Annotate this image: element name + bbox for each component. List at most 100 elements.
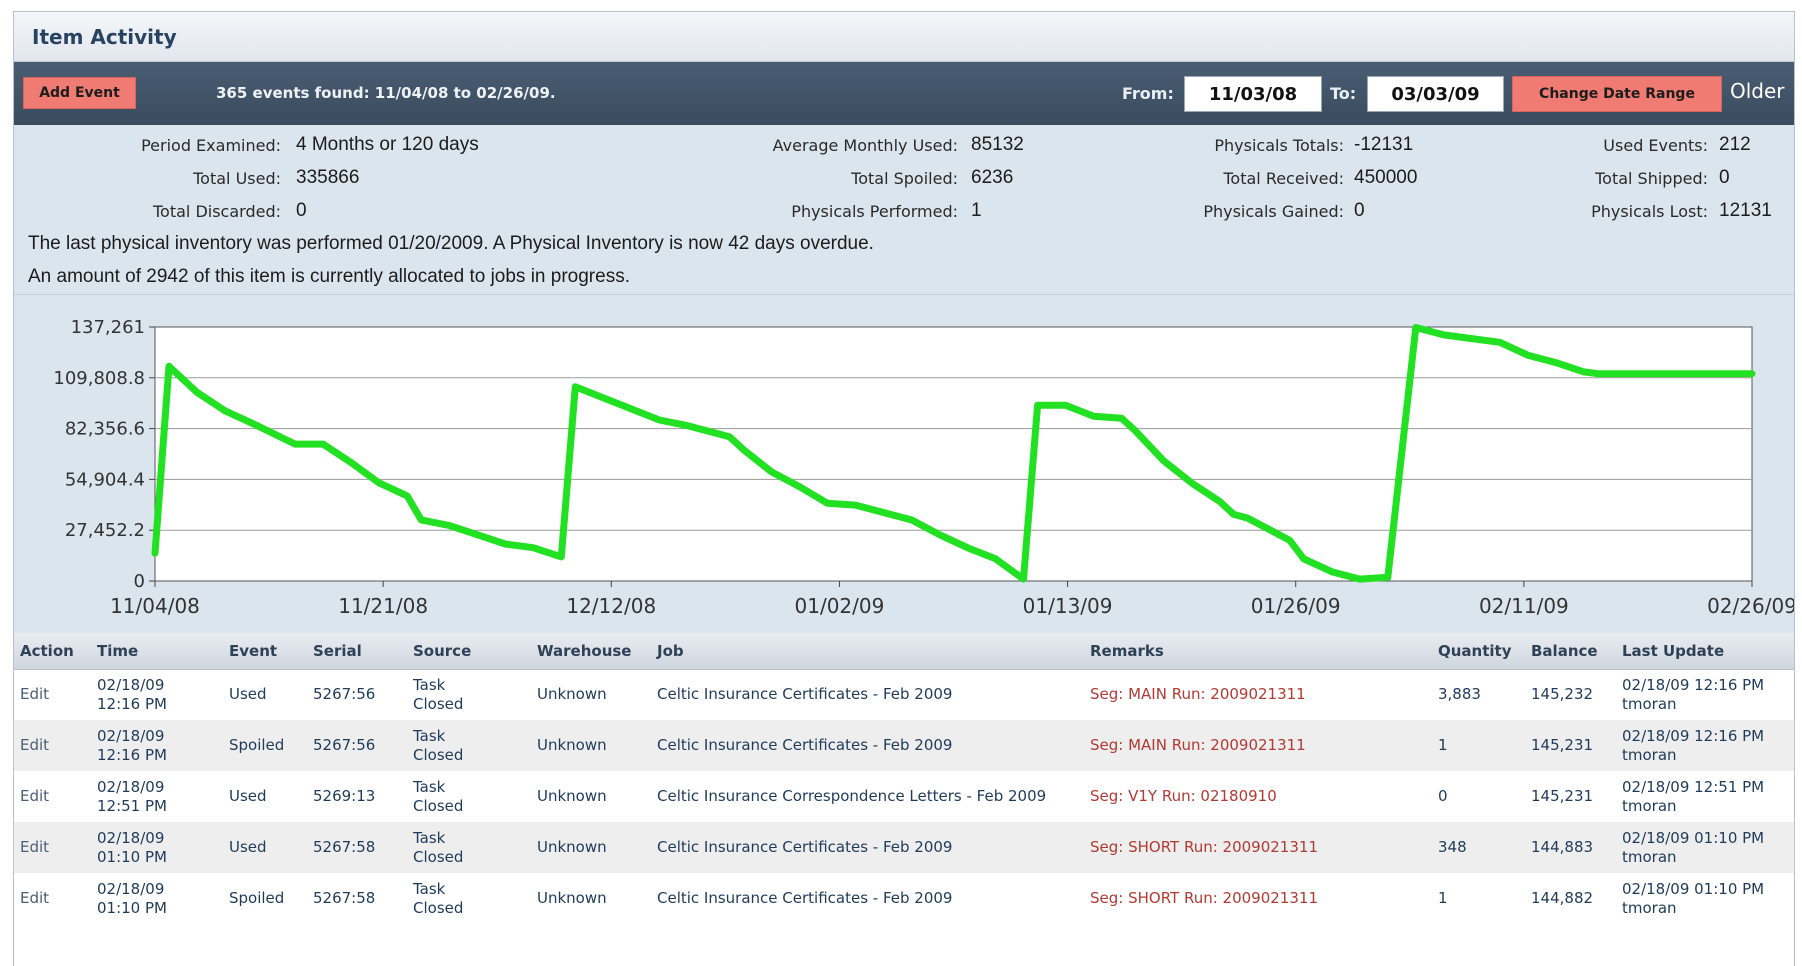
time-date: 02/18/09: [97, 675, 165, 694]
time-clock: 12:16 PM: [97, 694, 167, 713]
balance-cell: 145,231: [1531, 736, 1594, 754]
total-spoiled-value: 6236: [971, 167, 1014, 188]
column-header-serial[interactable]: Serial: [307, 633, 407, 670]
event-cell: Spoiled: [229, 736, 285, 754]
last-update-cell: 02/18/09 01:10 PM tmoran: [1616, 822, 1794, 873]
remarks-cell: Seg: SHORT Run: 2009021311: [1090, 889, 1318, 907]
change-date-range-button[interactable]: Change Date Range: [1512, 76, 1722, 112]
event-cell: Spoiled: [229, 889, 285, 907]
last-update-user: tmoran: [1622, 898, 1677, 917]
serial-cell: 5267:58: [313, 838, 376, 856]
column-header-balance[interactable]: Balance: [1525, 633, 1616, 670]
physicals-totals-label: Physicals Totals:: [1214, 136, 1344, 155]
balance-cell: 144,883: [1531, 838, 1594, 856]
last-update-cell: 02/18/09 12:51 PM tmoran: [1616, 771, 1794, 822]
edit-link[interactable]: Edit: [14, 873, 91, 924]
inventory-balance-chart: 0 27,452.2 54,904.4 82,356.6 109,808.8 137,26…: [53, 317, 1794, 618]
physicals-totals-value: -12131: [1354, 134, 1414, 155]
last-update-cell: 02/18/09 12:16 PM tmoran: [1616, 669, 1794, 720]
time-cell: 02/18/09 12:51 PM: [91, 771, 223, 822]
last-update-time: 02/18/09 01:10 PM: [1622, 879, 1765, 898]
edit-link[interactable]: Edit: [14, 720, 91, 771]
x-tick-label: 02/11/09: [1479, 594, 1569, 618]
column-header-time[interactable]: Time: [91, 633, 223, 670]
column-header-source[interactable]: Source: [407, 633, 531, 670]
table-row: Edit 02/18/09 12:51 PM Used 5269:13 Task C…: [14, 771, 1794, 822]
avg-monthly-used-label: Average Monthly Used:: [772, 136, 958, 155]
total-shipped-value: 0: [1719, 167, 1730, 188]
edit-link[interactable]: Edit: [14, 771, 91, 822]
quantity-cell: 3,883: [1438, 685, 1481, 704]
add-event-button[interactable]: Add Event: [23, 77, 136, 109]
event-cell: Used: [229, 685, 267, 704]
events-found-text: 365 events found: 11/04/08 to 02/26/09.: [216, 84, 556, 102]
table-row: Edit 02/18/09 12:16 PM Used 5267:56 Task C…: [14, 669, 1794, 720]
table-row: Edit 02/18/09 12:16 PM Spoiled 5267:56 Ta…: [14, 720, 1794, 771]
quantity-cell: 1: [1438, 889, 1448, 907]
column-header-action[interactable]: Action: [14, 633, 91, 670]
total-received-label: Total Received:: [1223, 169, 1344, 188]
column-header-last-update[interactable]: Last Update: [1616, 633, 1794, 670]
balance-cell: 144,882: [1531, 889, 1594, 907]
remarks-cell: Seg: MAIN Run: 2009021311: [1090, 685, 1306, 704]
edit-link[interactable]: Edit: [14, 669, 91, 720]
column-header-job[interactable]: Job: [651, 633, 1084, 670]
physicals-gained-label: Physicals Gained:: [1203, 202, 1344, 221]
last-update-time: 02/18/09 12:51 PM: [1622, 777, 1765, 796]
table-row: Edit 02/18/09 01:10 PM Used 5267:58 Task C…: [14, 822, 1794, 873]
item-activity-panel: Item Activity Add Event 365 events found…: [13, 11, 1795, 966]
balance-cell: 145,231: [1531, 787, 1594, 805]
x-tick-label: 01/02/09: [795, 594, 885, 618]
summary-section: Period Examined: 4 Months or 120 days To…: [14, 125, 1794, 295]
time-date: 02/18/09: [97, 777, 165, 796]
from-label: From:: [1122, 84, 1174, 103]
physicals-lost-value: 12131: [1719, 200, 1772, 221]
last-physical-note: The last physical inventory was performe…: [28, 233, 874, 254]
total-discarded-label: Total Discarded:: [153, 202, 281, 221]
last-update-time: 02/18/09 12:16 PM: [1622, 726, 1765, 745]
serial-cell: 5267:56: [313, 685, 376, 704]
column-header-event[interactable]: Event: [223, 633, 307, 670]
source-line-1: Task: [413, 879, 446, 898]
y-tick-label: 27,452.2: [65, 520, 145, 541]
column-header-remarks[interactable]: Remarks: [1084, 633, 1432, 670]
quantity-cell: 348: [1438, 838, 1467, 856]
time-date: 02/18/09: [97, 726, 165, 745]
job-cell: Celtic Insurance Certificates - Feb 2009: [657, 685, 953, 704]
x-tick-label: 11/04/08: [110, 594, 200, 618]
older-link[interactable]: Older: [1730, 79, 1785, 103]
physicals-lost-label: Physicals Lost:: [1591, 202, 1708, 221]
period-examined-label: Period Examined:: [141, 136, 281, 155]
panel-title: Item Activity: [32, 24, 177, 49]
edit-link[interactable]: Edit: [14, 822, 91, 873]
event-cell: Used: [229, 838, 267, 856]
column-header-quantity[interactable]: Quantity: [1432, 633, 1525, 670]
total-discarded-value: 0: [296, 200, 307, 221]
avg-monthly-used-value: 85132: [971, 134, 1024, 155]
source-line-1: Task: [413, 726, 446, 745]
source-line-1: Task: [413, 828, 446, 847]
used-events-label: Used Events:: [1603, 136, 1708, 155]
warehouse-cell: Unknown: [537, 889, 607, 907]
used-events-value: 212: [1719, 134, 1751, 155]
from-date-input[interactable]: [1184, 76, 1322, 112]
last-update-time: 02/18/09 12:16 PM: [1622, 675, 1765, 694]
time-cell: 02/18/09 12:16 PM: [91, 669, 223, 720]
source-cell: Task Closed: [407, 873, 531, 924]
source-line-1: Task: [413, 777, 446, 796]
column-header-warehouse[interactable]: Warehouse: [531, 633, 651, 670]
to-date-input[interactable]: [1367, 76, 1504, 112]
period-examined-value: 4 Months or 120 days: [296, 134, 479, 155]
y-tick-label: 137,261: [71, 317, 145, 338]
total-used-label: Total Used:: [193, 169, 281, 188]
warehouse-cell: Unknown: [537, 736, 607, 754]
table-header-row: Action Time Event Serial Source Warehous…: [14, 633, 1794, 670]
time-date: 02/18/09: [97, 879, 165, 898]
y-tick-label: 82,356.6: [65, 419, 145, 440]
remarks-cell: Seg: MAIN Run: 2009021311: [1090, 736, 1306, 754]
x-tick-label: 01/13/09: [1023, 594, 1113, 618]
total-shipped-label: Total Shipped:: [1595, 169, 1708, 188]
x-tick-label: 12/12/08: [566, 594, 656, 618]
event-cell: Used: [229, 787, 267, 805]
time-date: 02/18/09: [97, 828, 165, 847]
